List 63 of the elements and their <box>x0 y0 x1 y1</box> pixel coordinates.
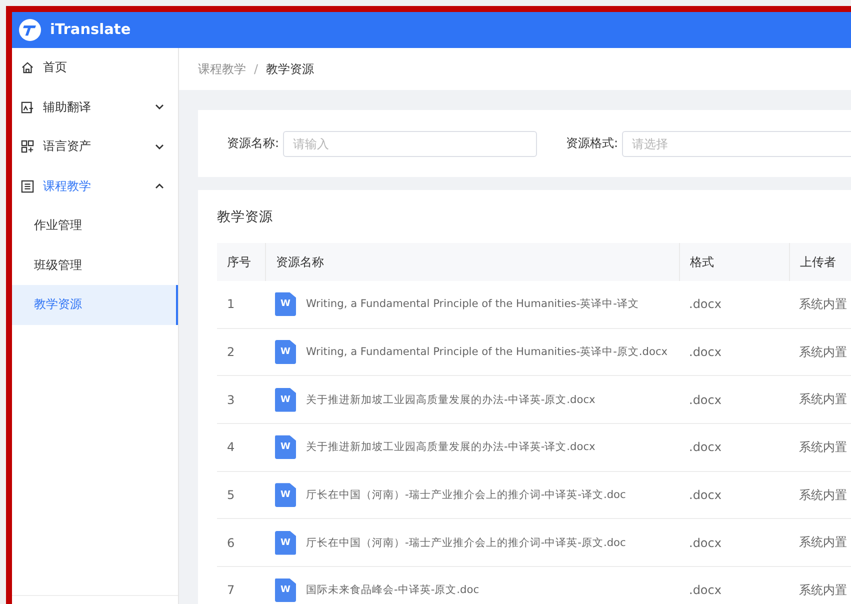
table-cell: .docx <box>679 281 789 329</box>
section-title: 教学资源 <box>217 208 274 226</box>
table-cell: 系统内置 <box>789 519 851 568</box>
app-title: iTranslate <box>50 22 131 38</box>
sidebar-subitem[interactable]: 作业管理 <box>12 206 178 246</box>
input-field[interactable]: 请输入 <box>283 130 538 156</box>
chevron-icon <box>155 183 164 190</box>
table-cell: .docx <box>679 472 789 520</box>
word-document-icon: W <box>275 340 296 364</box>
word-document-icon: W <box>275 292 296 316</box>
file-name[interactable]: 厅长在中国（河南）-瑞士产业推介会上的推介词-中译英-译文.doc <box>306 488 626 502</box>
file-name[interactable]: 厅长在中国（河南）-瑞士产业推介会上的推介词-中译英-原文.doc <box>306 536 626 550</box>
select-field[interactable]: 请选择 <box>622 130 851 156</box>
table-cell: 系统内置 <box>789 281 851 329</box>
chevron-icon <box>155 104 164 110</box>
word-document-icon: W <box>275 578 296 602</box>
sidebar-item[interactable]: 辅助翻译 <box>12 88 178 127</box>
file-name[interactable]: Writing, a Fundamental Principle of the Humanities-英译中-译文 <box>306 297 639 312</box>
table-cell: 6 <box>217 519 265 568</box>
table-cell: 4 <box>217 424 265 472</box>
logo-icon <box>19 19 41 41</box>
word-document-icon: W <box>275 483 296 508</box>
table-cell: 5 <box>217 472 265 520</box>
table-cell: 系统内置 <box>789 376 851 424</box>
image-text-icon <box>21 100 34 114</box>
table-cell: .docx <box>679 567 789 604</box>
table-cell: .docx <box>679 376 789 424</box>
word-document-icon: W <box>275 435 296 460</box>
file-name[interactable]: Writing, a Fundamental Principle of the Humanities-英译中-原文.docx <box>306 345 668 360</box>
breadcrumb-item[interactable]: 课程教学 <box>198 60 246 78</box>
grid-icon <box>21 140 34 154</box>
breadcrumb-item: 教学资源 <box>266 60 314 78</box>
table-cell: 1 <box>217 281 265 329</box>
sidebar-item[interactable]: 课程教学 <box>12 166 178 206</box>
table-cell: 系统内置 <box>789 424 851 472</box>
word-document-icon: W <box>275 530 296 555</box>
column-header: 序号 <box>217 243 265 281</box>
sidebar-item[interactable]: 首页 <box>12 48 178 88</box>
file-name[interactable]: 关于推进新加坡工业园高质量发展的办法-中译英-译文.docx <box>306 440 596 454</box>
home-icon <box>21 61 34 74</box>
file-name[interactable]: 国际未来食品峰会-中译英-原文.doc <box>306 583 480 598</box>
table-cell: .docx <box>679 424 789 472</box>
table-cell: 系统内置 <box>789 472 851 520</box>
field-label: 资源格式: <box>566 135 618 152</box>
list-icon <box>21 180 34 193</box>
table-cell: 系统内置 <box>789 567 851 604</box>
table-cell: 3 <box>217 376 265 424</box>
sidebar-item[interactable]: 语言资产 <box>12 127 178 166</box>
table-cell: 系统内置 <box>789 328 851 376</box>
table-cell: 2 <box>217 328 265 376</box>
table-cell: 7 <box>217 567 265 604</box>
breadcrumb-separator: / <box>254 62 258 76</box>
column-header: 资源名称 <box>265 243 679 281</box>
column-header: 格式 <box>679 243 789 281</box>
table-cell: .docx <box>679 328 789 376</box>
word-document-icon: W <box>275 388 296 412</box>
chevron-icon <box>155 144 164 150</box>
sidebar-subitem[interactable]: 教学资源 <box>12 285 178 324</box>
column-header: 上传者 <box>789 243 851 281</box>
sidebar-subitem[interactable]: 班级管理 <box>12 246 178 285</box>
file-name[interactable]: 关于推进新加坡工业园高质量发展的办法-中译英-原文.docx <box>306 392 596 407</box>
table-cell: .docx <box>679 519 789 568</box>
field-label: 资源名称: <box>227 135 280 152</box>
